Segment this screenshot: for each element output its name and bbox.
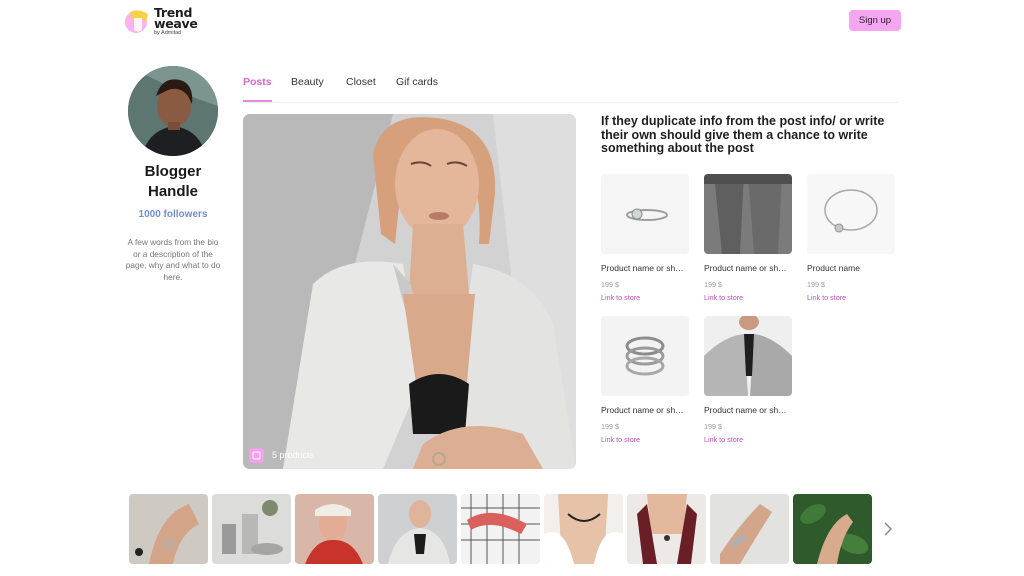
product-name: Product name or sh… xyxy=(704,405,787,415)
product-image xyxy=(601,174,689,254)
products-count: 5 products xyxy=(272,450,315,460)
product-link[interactable]: Link to store xyxy=(601,293,691,302)
product-link[interactable]: Link to store xyxy=(704,293,794,302)
thumbnail-bracelets-grid[interactable] xyxy=(461,494,540,564)
followers-count[interactable]: 1000 followers xyxy=(118,209,228,220)
product-price: 199 $ xyxy=(601,422,619,431)
product-link[interactable]: Link to store xyxy=(704,435,794,444)
product-name: Product name or sh… xyxy=(601,263,684,273)
tab-posts[interactable]: Posts xyxy=(243,76,272,88)
product-card[interactable]: Product name or sh… 199 $ Link to store xyxy=(601,316,691,444)
products-badge[interactable]: 5 products xyxy=(249,446,314,464)
logo-wordmark: Trend weave xyxy=(154,5,198,31)
header: Trend weave by Admitad Sign up xyxy=(0,0,1024,42)
product-name: Product name or sh… xyxy=(704,263,787,273)
product-card[interactable]: Product name 199 $ Link to store xyxy=(807,174,897,302)
logo[interactable]: Trend weave by Admitad xyxy=(124,6,214,36)
chevron-right-icon[interactable] xyxy=(882,520,894,538)
product-card[interactable]: Product name or sh… 199 $ Link to store xyxy=(704,174,794,302)
product-image xyxy=(704,174,792,254)
thumbnail-blazer-look[interactable] xyxy=(378,494,457,564)
post-photo xyxy=(243,114,576,469)
thumbnail-jewelry-stand[interactable] xyxy=(212,494,291,564)
bio-text: A few words from the bio or a descriptio… xyxy=(125,237,221,282)
product-name: Product name xyxy=(807,263,860,273)
product-link[interactable]: Link to store xyxy=(601,435,691,444)
thumbnail-hand-rings[interactable] xyxy=(129,494,208,564)
product-price: 199 $ xyxy=(807,280,825,289)
thumbnail-burgundy-scarf[interactable] xyxy=(627,494,706,564)
product-image xyxy=(601,316,689,396)
logo-subtitle: by Admitad xyxy=(154,30,182,36)
thumbnail-red-portrait[interactable] xyxy=(295,494,374,564)
thumbnail-choker-necklace[interactable] xyxy=(544,494,623,564)
signup-button[interactable]: Sign up xyxy=(849,10,901,31)
product-card[interactable]: Product name or sh… 199 $ Link to store xyxy=(704,316,794,444)
tab-closet[interactable]: Closet xyxy=(346,76,376,88)
product-price: 199 $ xyxy=(704,280,722,289)
thumbnail-green-leaves-hand[interactable] xyxy=(793,494,872,564)
tab-beauty[interactable]: Beauty xyxy=(291,76,324,88)
trendweave-logo-icon xyxy=(125,10,148,33)
shopping-tag-icon xyxy=(249,447,264,463)
avatar xyxy=(128,66,218,156)
tab-gif-cards[interactable]: Gif cards xyxy=(396,76,438,88)
product-image xyxy=(704,316,792,396)
post-main-image[interactable] xyxy=(243,114,576,469)
avatar-photo xyxy=(128,66,218,156)
blogger-name: Blogger Handle xyxy=(144,163,202,200)
product-price: 199 $ xyxy=(704,422,722,431)
product-card[interactable]: Product name or sh… 199 $ Link to store xyxy=(601,174,691,302)
product-link[interactable]: Link to store xyxy=(807,293,897,302)
product-image xyxy=(807,174,895,254)
product-name: Product name or sh… xyxy=(601,405,684,415)
product-price: 199 $ xyxy=(601,280,619,289)
post-description: If they duplicate info from the post inf… xyxy=(601,114,885,155)
thumbnail-hand-bracelet[interactable] xyxy=(710,494,789,564)
tabs-divider xyxy=(243,102,898,103)
